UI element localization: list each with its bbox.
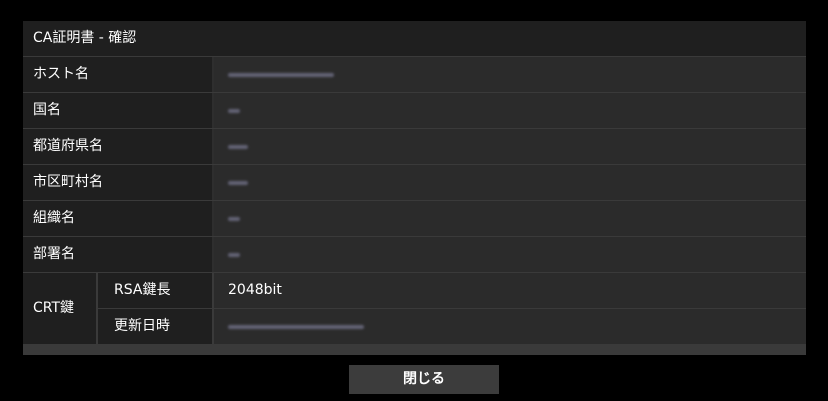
row-state: 都道府県名	[23, 129, 806, 164]
updated-at-label: 更新日時	[98, 309, 212, 344]
country-value	[214, 93, 806, 128]
rsa-key-length-label: RSA鍵長	[98, 273, 212, 308]
country-label: 国名	[23, 93, 212, 128]
redacted-country	[228, 109, 240, 113]
redacted-state	[228, 145, 248, 149]
row-country: 国名	[23, 93, 806, 128]
redacted-unit	[228, 253, 240, 257]
unit-label: 部署名	[23, 237, 212, 272]
redacted-host-name	[228, 73, 334, 77]
city-label: 市区町村名	[23, 165, 212, 200]
host-name-label: ホスト名	[23, 57, 212, 92]
redacted-updated-at	[228, 325, 364, 329]
organization-value	[214, 201, 806, 236]
updated-at-value	[214, 309, 806, 344]
row-host-name: ホスト名	[23, 57, 806, 92]
row-crt-key: CRT鍵 RSA鍵長 2048bit 更新日時	[23, 273, 806, 344]
crt-key-label: CRT鍵	[23, 273, 96, 344]
state-label: 都道府県名	[23, 129, 212, 164]
city-value	[214, 165, 806, 200]
unit-value	[214, 237, 806, 272]
certificate-info-table: CA証明書 - 確認 ホスト名 国名 都道府県名 市区町村名 組織名 部署名 C…	[23, 21, 806, 355]
dialog-title: CA証明書 - 確認	[23, 21, 806, 56]
redacted-city	[228, 181, 248, 185]
row-organization: 組織名	[23, 201, 806, 236]
rsa-key-length-value: 2048bit	[214, 273, 806, 308]
redacted-organization	[228, 217, 240, 221]
ca-certificate-dialog: CA証明書 - 確認 ホスト名 国名 都道府県名 市区町村名 組織名 部署名 C…	[8, 6, 820, 395]
row-city: 市区町村名	[23, 165, 806, 200]
state-value	[214, 129, 806, 164]
row-unit: 部署名	[23, 237, 806, 272]
host-name-value	[214, 57, 806, 92]
close-button[interactable]: 閉じる	[349, 365, 499, 394]
organization-label: 組織名	[23, 201, 212, 236]
